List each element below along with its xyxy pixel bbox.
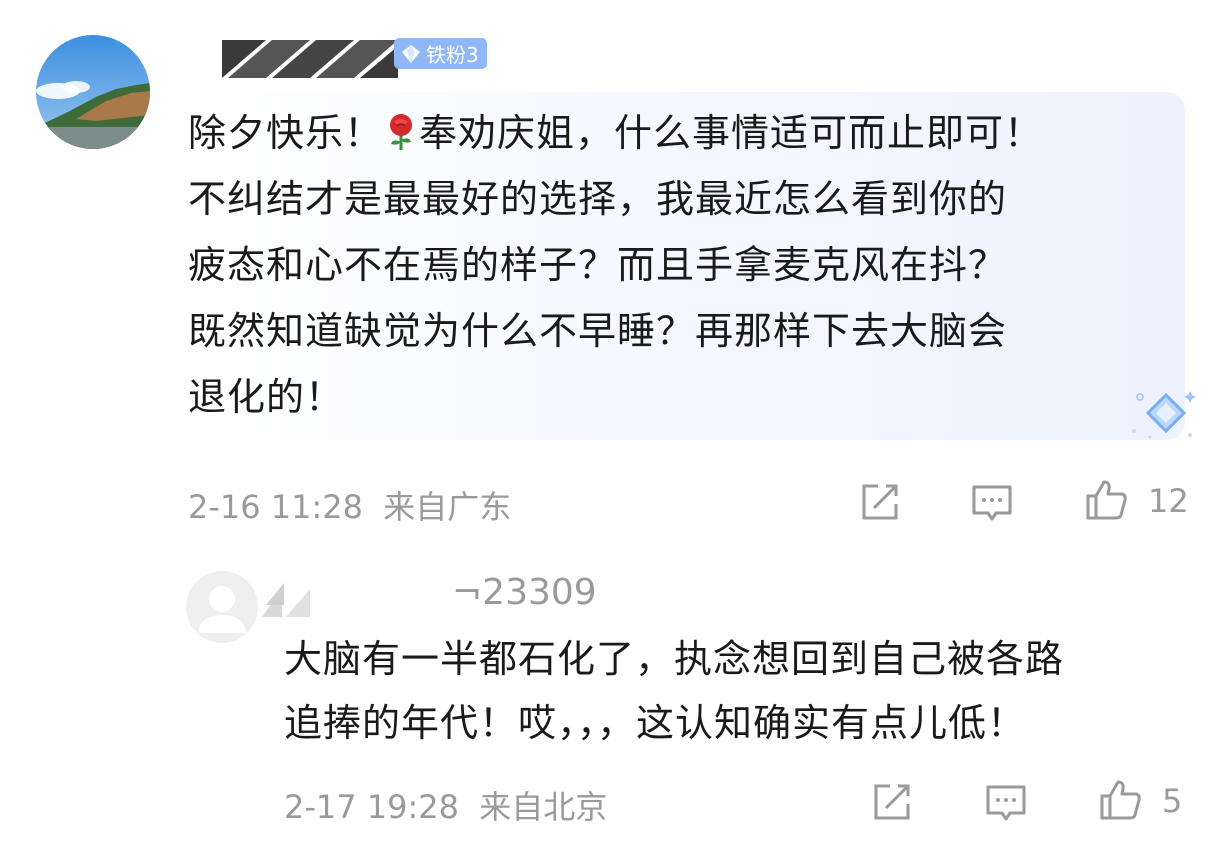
comment-icon[interactable]: [984, 781, 1028, 825]
thumbs-up-icon[interactable]: [1084, 478, 1128, 522]
badge-label: 铁粉3: [426, 43, 479, 67]
comment-timestamp: 2-16 11:28: [188, 488, 364, 526]
comment-line-3: 疲态和心不在焉的样子？而且手拿麦克风在抖？: [188, 243, 1008, 287]
username-redaction: [262, 583, 310, 617]
like-count: 12: [1148, 482, 1189, 520]
comment-line-2: 不纠结才是最最好的选择，我最近怎么看到你的: [188, 177, 1008, 221]
thumbs-up-icon[interactable]: [1098, 778, 1142, 822]
avatar[interactable]: [36, 35, 150, 149]
avatar-landscape-image: [36, 35, 150, 149]
comment-location: 来自广东: [383, 488, 512, 526]
comment-line-1: 除夕快乐！ 奉劝庆姐，什么事情适可而止即可！: [188, 111, 1044, 155]
username-masked[interactable]: [222, 40, 398, 78]
reply-line-1: 大脑有一半都石化了，执念想回到自己被各路: [284, 637, 1065, 681]
reply-timestamp: 2-17 19:28: [284, 788, 460, 826]
reply-username[interactable]: ¬23309: [452, 572, 597, 613]
share-icon[interactable]: [858, 480, 902, 524]
reply-location: 来自北京: [479, 788, 608, 826]
fan-badge-decoration: [1130, 385, 1200, 445]
comment-text: 除夕快乐！ 奉劝庆姐，什么事情适可而止即可！ 不纠结才是最最好的选择，我最近怎么…: [188, 100, 1178, 430]
reply-line-2: 追捧的年代！哎，，，这认知确实有点儿低！: [284, 701, 1027, 745]
reply-username-masked[interactable]: [262, 575, 342, 617]
share-icon[interactable]: [870, 780, 914, 824]
reply-meta: 2-17 19:28 来自北京: [284, 782, 607, 828]
diamond-icon: [1132, 391, 1196, 439]
comment-meta: 2-16 11:28 来自广东: [188, 482, 511, 528]
fan-level-badge[interactable]: 铁粉3: [394, 38, 487, 69]
reply-text: 大脑有一半都石化了，执念想回到自己被各路 追捧的年代！哎，，，这认知确实有点儿低…: [284, 627, 1204, 755]
comment-line-5: 退化的！: [188, 375, 345, 419]
rose-emoji-icon: [390, 114, 413, 150]
reply-avatar[interactable]: [186, 571, 258, 643]
comment-icon[interactable]: [970, 481, 1014, 525]
default-user-icon: [198, 586, 246, 633]
comment-line-4: 既然知道缺觉为什么不早睡？再那样下去大脑会: [188, 309, 1008, 353]
reply-like-count: 5: [1162, 782, 1183, 820]
username-redaction: [222, 40, 398, 78]
diamond-icon: [402, 44, 420, 63]
